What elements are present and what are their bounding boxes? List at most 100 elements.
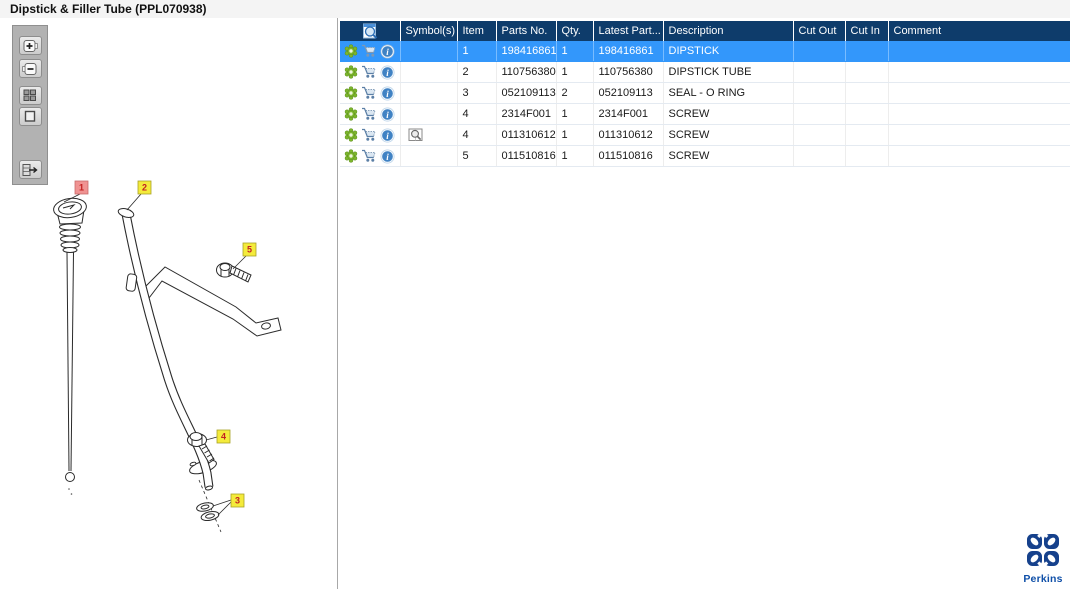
fit-view-button[interactable] <box>18 107 42 126</box>
cell-item[interactable]: 4 <box>457 103 497 125</box>
book-magnifier-icon[interactable] <box>408 128 424 142</box>
cell-latest-part[interactable]: 011310612 <box>593 124 664 146</box>
cell-comment[interactable] <box>888 82 1070 104</box>
cell-comment[interactable] <box>888 41 1070 62</box>
cell-cut-out[interactable] <box>793 61 846 83</box>
cell-parts-no[interactable]: 052109113 <box>496 82 557 104</box>
cell-cut-out[interactable] <box>793 124 846 146</box>
bracket-part[interactable] <box>144 266 282 337</box>
cart-icon[interactable] <box>361 107 377 121</box>
cell-parts-no[interactable]: 2314F001 <box>496 103 557 125</box>
cell-qty[interactable]: 1 <box>556 61 594 83</box>
cell-description[interactable]: SEAL - O RING <box>663 82 794 104</box>
cell-comment[interactable] <box>888 145 1070 167</box>
dipstick-part[interactable] <box>52 196 87 495</box>
callout-3[interactable]: 3 <box>212 493 245 516</box>
cell-item[interactable]: 5 <box>457 145 497 167</box>
info-icon[interactable]: i <box>380 128 395 143</box>
cell-cut-in[interactable] <box>845 41 889 62</box>
cell-parts-no[interactable]: 011310612 <box>496 124 557 146</box>
table-row[interactable]: i 3 052109113 2 052109113 SEAL - O RING <box>340 82 1070 104</box>
cell-cut-in[interactable] <box>845 124 889 146</box>
zoom-in-button[interactable] <box>18 36 42 55</box>
zoom-out-button[interactable] <box>18 59 42 78</box>
info-icon[interactable]: i <box>380 107 395 122</box>
gear-icon[interactable] <box>344 65 358 79</box>
cell-cut-in[interactable] <box>845 103 889 125</box>
cell-parts-no[interactable]: 198416861 <box>496 41 557 62</box>
table-row[interactable]: i 5 011510816 1 011510816 SCREW <box>340 145 1070 167</box>
column-header-cut-out[interactable]: Cut Out <box>793 21 846 41</box>
table-row[interactable]: i 4 2314F001 1 2314F001 SCREW <box>340 103 1070 125</box>
column-header-latest-part[interactable]: Latest Part... <box>593 21 664 41</box>
cell-description[interactable]: SCREW <box>663 103 794 125</box>
cart-icon[interactable] <box>361 128 377 142</box>
table-row[interactable]: i 4 011310612 1 011310612 SCREW <box>340 124 1070 146</box>
minus-icon <box>22 62 37 75</box>
cell-item[interactable]: 1 <box>457 41 497 62</box>
cell-cut-in[interactable] <box>845 82 889 104</box>
toggle-panel-button[interactable] <box>18 160 42 179</box>
cell-latest-part[interactable]: 110756380 <box>593 61 664 83</box>
column-header-description[interactable]: Description <box>663 21 794 41</box>
cell-parts-no[interactable]: 110756380 <box>496 61 557 83</box>
callout-5[interactable]: 5 <box>232 242 257 270</box>
cell-comment[interactable] <box>888 103 1070 125</box>
cell-item[interactable]: 4 <box>457 124 497 146</box>
panel-divider[interactable] <box>337 18 338 589</box>
cell-cut-out[interactable] <box>793 145 846 167</box>
cell-latest-part[interactable]: 011510816 <box>593 145 664 167</box>
gear-icon[interactable] <box>344 107 358 121</box>
cell-latest-part[interactable]: 198416861 <box>593 41 664 62</box>
cell-cut-in[interactable] <box>845 61 889 83</box>
cell-cut-out[interactable] <box>793 103 846 125</box>
cell-description[interactable]: SCREW <box>663 145 794 167</box>
cell-latest-part[interactable]: 2314F001 <box>593 103 664 125</box>
cell-comment[interactable] <box>888 61 1070 83</box>
cell-qty[interactable]: 1 <box>556 145 594 167</box>
column-header-comment[interactable]: Comment <box>888 21 1070 41</box>
info-icon[interactable]: i <box>380 86 395 101</box>
cell-item[interactable]: 3 <box>457 82 497 104</box>
cell-cut-in[interactable] <box>845 145 889 167</box>
info-icon[interactable]: i <box>380 65 395 80</box>
column-header-cut-in[interactable]: Cut In <box>845 21 889 41</box>
callout-2[interactable]: 2 <box>126 180 152 211</box>
cell-cut-out[interactable] <box>793 41 846 62</box>
info-icon[interactable]: i <box>380 149 395 164</box>
cell-qty[interactable]: 1 <box>556 103 594 125</box>
column-header-symbols[interactable]: Symbol(s) <box>400 21 458 41</box>
cart-icon[interactable] <box>361 149 377 163</box>
screw-5-part[interactable] <box>216 262 252 283</box>
tile-view-button[interactable] <box>18 86 42 105</box>
cell-comment[interactable] <box>888 124 1070 146</box>
cell-qty[interactable]: 2 <box>556 82 594 104</box>
cell-description[interactable]: DIPSTICK TUBE <box>663 61 794 83</box>
cell-item[interactable]: 2 <box>457 61 497 83</box>
column-header-item[interactable]: Item <box>457 21 497 41</box>
gear-icon[interactable] <box>344 128 358 142</box>
table-row[interactable]: i 2 110756380 1 110756380 DIPSTICK TUBE <box>340 61 1070 83</box>
gear-icon[interactable] <box>344 44 358 58</box>
cart-icon[interactable] <box>361 86 377 100</box>
cell-latest-part[interactable]: 052109113 <box>593 82 664 104</box>
cart-icon[interactable] <box>361 65 377 79</box>
dipstick-tube-part[interactable] <box>117 207 222 533</box>
column-header-actions[interactable] <box>340 21 401 41</box>
cart-icon[interactable] <box>361 44 377 58</box>
gear-icon[interactable] <box>344 149 358 163</box>
cell-qty[interactable]: 1 <box>556 124 594 146</box>
cell-cut-out[interactable] <box>793 82 846 104</box>
svg-text:1: 1 <box>79 183 84 193</box>
cell-qty[interactable]: 1 <box>556 41 594 62</box>
table-row[interactable]: i 1 198416861 1 198416861 DIPSTICK <box>340 41 1070 62</box>
seal-o-ring-part[interactable] <box>196 501 220 522</box>
column-header-parts-no[interactable]: Parts No. <box>496 21 557 41</box>
info-icon[interactable]: i <box>380 44 395 59</box>
cell-description[interactable]: SCREW <box>663 124 794 146</box>
cell-parts-no[interactable]: 011510816 <box>496 145 557 167</box>
callout-4[interactable]: 4 <box>205 429 231 444</box>
column-header-qty[interactable]: Qty. <box>556 21 594 41</box>
gear-icon[interactable] <box>344 86 358 100</box>
cell-description[interactable]: DIPSTICK <box>663 41 794 62</box>
